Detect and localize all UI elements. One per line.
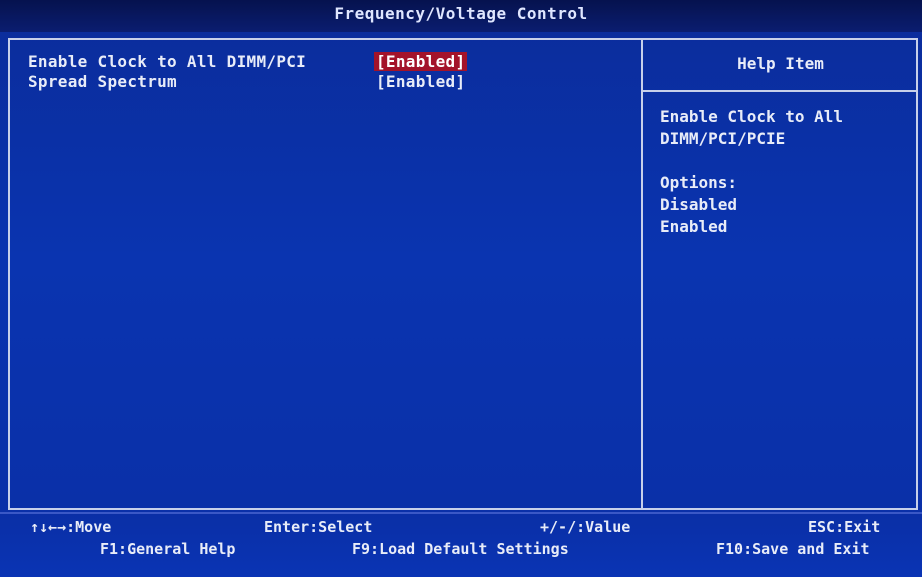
help-header-divider [643,90,918,92]
page-title: Frequency/Voltage Control [334,4,588,23]
help-line [660,150,910,172]
load-defaults-key-hint: F9:Load Default Settings [352,540,569,558]
help-line: DIMM/PCI/PCIE [660,129,786,148]
help-line: Enabled [660,217,728,236]
option-value-enable-clock[interactable]: [Enabled] [374,52,468,71]
key-help-footer: ↑↓←→:Move Enter:Select +/-/:Value ESC:Ex… [0,512,922,577]
help-body: Enable Clock to All DIMM/PCI/PCIE Option… [660,106,910,238]
help-line: Enable Clock to All [660,107,844,126]
title-bar: Frequency/Voltage Control [0,0,922,32]
general-help-key-hint: F1:General Help [100,540,236,558]
help-title: Help Item [737,54,824,73]
option-value-spread-spectrum[interactable]: [Enabled] [376,72,465,91]
save-exit-key-hint: F10:Save and Exit [716,540,870,558]
select-key-hint: Enter:Select [264,518,373,536]
exit-key-hint: ESC:Exit [808,518,881,536]
move-key-hint: ↑↓←→:Move [30,518,112,536]
bios-screen: Frequency/Voltage Control Enable Clock t… [0,0,922,577]
option-label-spread-spectrum: Spread Spectrum [28,72,177,91]
value-key-hint: +/-/:Value [540,518,631,536]
help-line: Options: [660,173,738,192]
settings-frame: Enable Clock to All DIMM/PCI [Enabled] S… [8,38,918,510]
help-divider [641,40,643,508]
option-label-enable-clock: Enable Clock to All DIMM/PCI [28,52,307,71]
help-line: Disabled [660,195,738,214]
